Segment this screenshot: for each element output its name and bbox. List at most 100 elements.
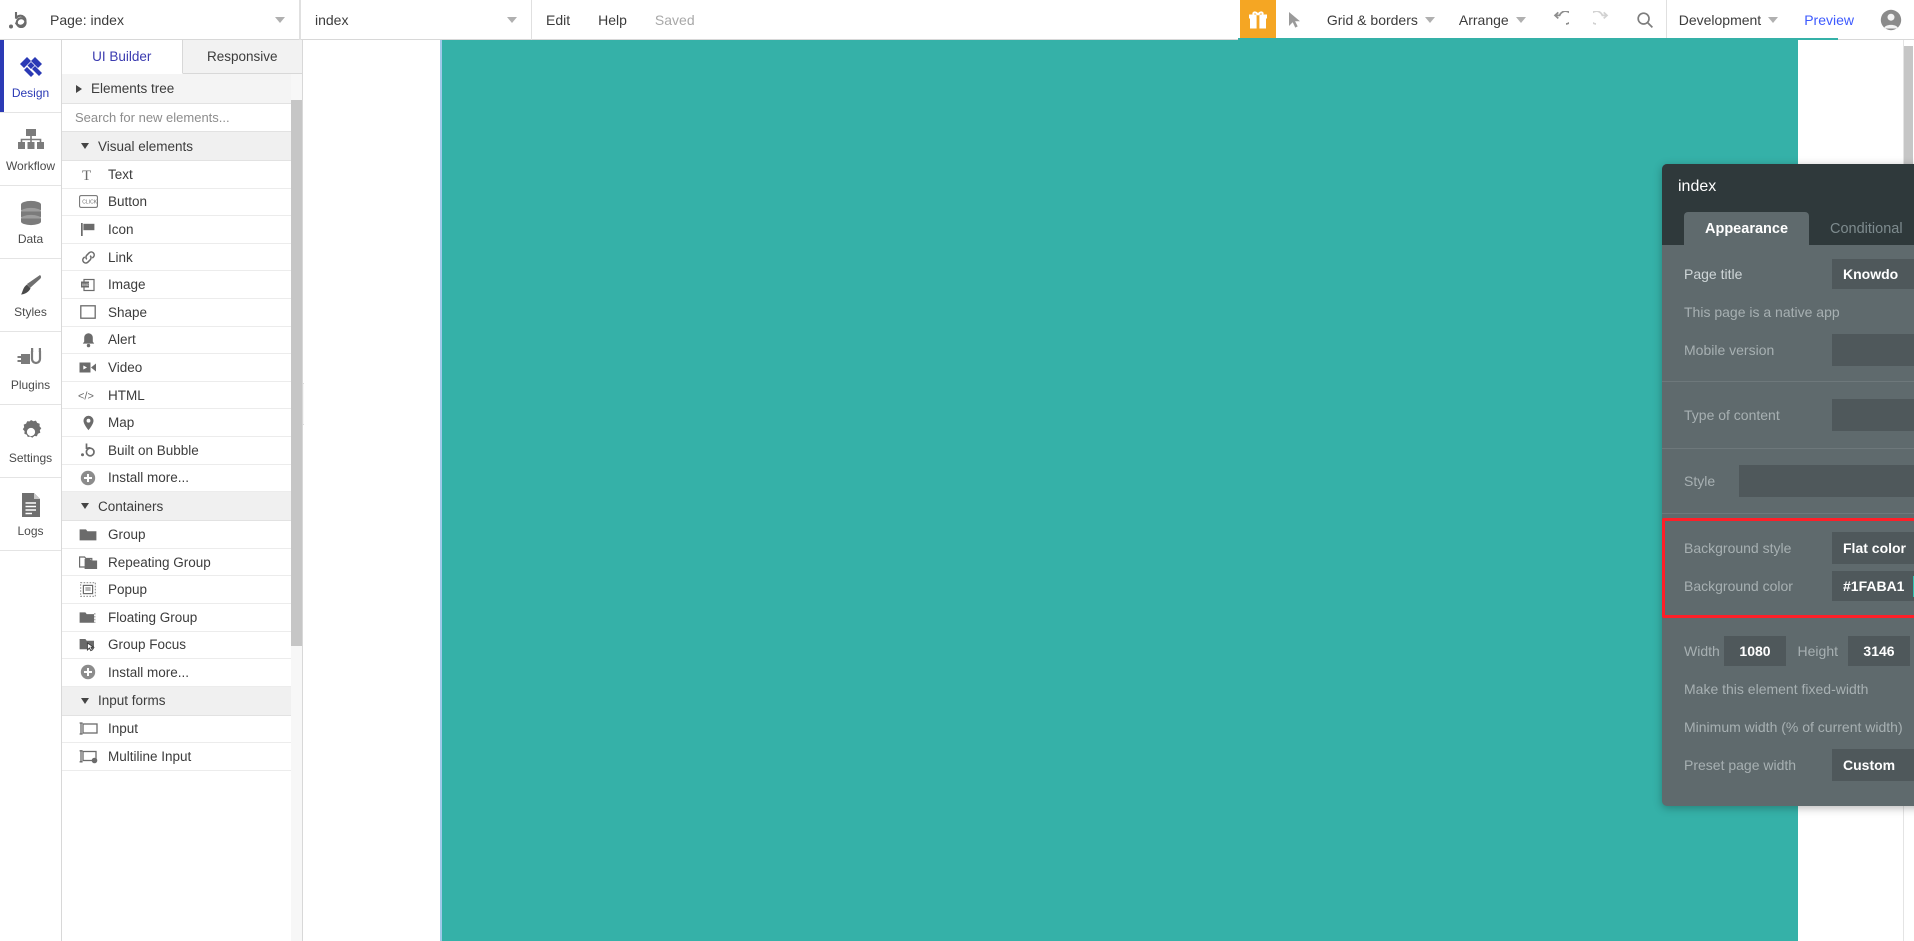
sidebar-item-label: Settings <box>8 451 53 465</box>
background-color-input[interactable]: #1FABA1 <box>1832 571 1914 601</box>
element-selector-label: index <box>315 12 349 28</box>
element-group[interactable]: Group <box>62 521 302 549</box>
element-install-more-visual[interactable]: Install more... <box>62 464 302 493</box>
element-group-focus[interactable]: Group Focus <box>62 631 302 660</box>
tab-ui-builder[interactable]: UI Builder <box>62 40 183 74</box>
group-title: Containers <box>98 498 164 514</box>
sidebar-item-plugins[interactable]: Plugins <box>0 332 61 405</box>
width-input[interactable]: 1080 <box>1724 636 1786 666</box>
panel-scrollbar-thumb[interactable] <box>291 100 302 646</box>
search-icon[interactable] <box>1624 0 1666 40</box>
primary-nav-rail: Design Workflow Data Styles Plugins Sett… <box>0 40 62 941</box>
element-built-on-bubble[interactable]: Built on Bubble <box>62 436 302 465</box>
redo-icon <box>1581 0 1624 40</box>
document-icon <box>20 490 42 520</box>
chevron-down-icon <box>81 697 89 704</box>
sidebar-item-design[interactable]: Design <box>0 40 61 113</box>
avatar[interactable] <box>1868 0 1914 40</box>
element-html[interactable]: </> HTML <box>62 381 302 410</box>
grid-and-borders-menu[interactable]: Grid & borders <box>1315 0 1447 40</box>
preset-page-width-value: Custom <box>1843 757 1896 773</box>
element-repeating-group[interactable]: Repeating Group <box>62 548 302 577</box>
element-popup[interactable]: Popup <box>62 576 302 604</box>
element-input[interactable]: Input <box>62 715 302 744</box>
element-multiline-input[interactable]: Multiline Input <box>62 743 302 771</box>
background-color-label: Background color <box>1684 578 1793 594</box>
preset-page-width-select[interactable]: Custom <box>1832 749 1914 781</box>
element-label: Popup <box>108 582 148 598</box>
search-input[interactable]: Search for new elements... <box>62 104 302 132</box>
arrange-menu[interactable]: Arrange <box>1447 0 1538 40</box>
element-button[interactable]: CLICK Button <box>62 188 302 217</box>
element-install-more-containers[interactable]: Install more... <box>62 659 302 687</box>
sidebar-item-data[interactable]: Data <box>0 186 61 259</box>
height-input[interactable]: 3146 <box>1848 636 1910 666</box>
group-title: Visual elements <box>98 138 194 154</box>
page-selector[interactable]: Page: index <box>36 0 300 40</box>
page-title-label: Page title <box>1684 266 1743 282</box>
save-status: Saved <box>654 12 695 28</box>
element-icon[interactable]: Icon <box>62 216 302 244</box>
element-map[interactable]: Map <box>62 409 302 437</box>
row-width-height: Width 1080 Height 3146 <box>1684 632 1914 670</box>
pointer-tool-icon[interactable] <box>1276 0 1315 40</box>
panel-tab-bar: UI Builder Responsive <box>62 40 302 74</box>
element-shape[interactable]: Shape <box>62 298 302 327</box>
min-width-label: Minimum width (% of current width) <box>1684 719 1903 735</box>
elements-tree-toggle[interactable]: Elements tree <box>62 74 302 104</box>
tab-responsive[interactable]: Responsive <box>182 40 302 73</box>
element-image[interactable]: IMG Image <box>62 271 302 299</box>
background-settings-highlight: Background style Flat color Background c… <box>1662 518 1914 618</box>
panel-scrollbar-track[interactable] <box>291 74 302 941</box>
sidebar-item-label: Design <box>11 86 50 100</box>
version-selector[interactable]: Development <box>1667 0 1791 40</box>
mobile-version-select[interactable] <box>1832 334 1914 366</box>
element-floating-group[interactable]: Floating Group <box>62 603 302 632</box>
group-visual-elements[interactable]: Visual elements <box>62 132 302 161</box>
bubble-logo-icon[interactable] <box>0 0 36 39</box>
repeating-group-icon <box>78 555 98 570</box>
sidebar-item-logs[interactable]: Logs <box>0 478 61 551</box>
element-alert[interactable]: Alert <box>62 326 302 355</box>
element-text[interactable]: T Text <box>62 161 302 189</box>
element-label: Icon <box>108 221 134 237</box>
type-of-content-select[interactable] <box>1832 399 1914 431</box>
group-containers[interactable]: Containers <box>62 492 302 522</box>
height-label: Height <box>1797 643 1838 659</box>
help-menu[interactable]: Help <box>584 0 641 40</box>
gift-icon[interactable] <box>1239 0 1276 39</box>
sidebar-item-workflow[interactable]: Workflow <box>0 113 61 186</box>
chevron-down-icon <box>1768 17 1779 23</box>
design-icon <box>17 52 45 82</box>
tab-appearance[interactable]: Appearance <box>1684 212 1810 245</box>
background-style-label: Background style <box>1684 540 1792 556</box>
page-background[interactable] <box>440 40 1798 941</box>
row-preset-page-width: Preset page width Custom <box>1684 746 1914 784</box>
page-title-input[interactable]: Knowdo <box>1832 259 1914 289</box>
tab-conditional[interactable]: Conditional <box>1809 212 1914 245</box>
sidebar-item-label: Styles <box>14 305 47 319</box>
property-editor-header: index ? i <box>1662 164 1914 209</box>
preview-button[interactable]: Preview <box>1790 0 1868 40</box>
svg-text:T: T <box>82 168 91 182</box>
element-video[interactable]: Video <box>62 354 302 382</box>
undo-icon[interactable] <box>1538 0 1581 40</box>
row-mobile-version: Mobile version <box>1684 331 1914 369</box>
sidebar-item-styles[interactable]: Styles <box>0 259 61 332</box>
bell-icon <box>78 332 98 348</box>
sidebar-item-settings[interactable]: Settings <box>0 405 61 478</box>
background-style-select[interactable]: Flat color <box>1832 532 1914 564</box>
element-link[interactable]: Link <box>62 243 302 272</box>
edit-menu[interactable]: Edit <box>532 0 584 40</box>
design-canvas[interactable]: index ? i Appearance <box>304 40 1914 941</box>
row-type-of-content: Type of content <box>1684 396 1914 434</box>
row-style: Style <box>1684 462 1914 500</box>
group-input-forms[interactable]: Input forms <box>62 686 302 716</box>
search-input-placeholder: Search for new elements... <box>75 110 230 125</box>
folder-icon <box>78 527 98 541</box>
style-select[interactable] <box>1739 465 1914 497</box>
element-selector[interactable]: index <box>300 0 532 40</box>
plus-circle-icon <box>78 664 98 680</box>
element-label: HTML <box>108 387 145 403</box>
page-selector-label: Page: index <box>50 12 124 28</box>
